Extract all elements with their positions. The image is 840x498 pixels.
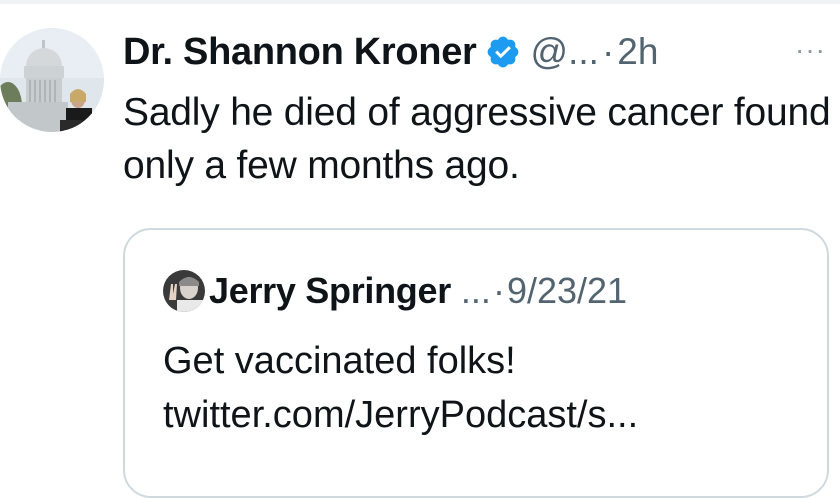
quoted-tweet-line: Get vaccinated folks! [163,340,516,382]
quoted-author-avatar [163,270,205,312]
quoted-tweet-card[interactable]: Jerry Springer ... · 9/23/21 Get vaccina… [123,228,829,498]
capitol-photo [0,28,104,132]
tweet-text: Sadly he died of aggressive cancer found… [123,91,831,187]
quoted-tweet-text: Get vaccinated folks! twitter.com/JerryP… [163,334,803,442]
top-divider [0,0,840,4]
quoted-tweet-link[interactable]: twitter.com/JerryPodcast/s... [163,388,803,442]
quoted-tweet-date[interactable]: 9/23/21 [507,270,627,312]
meta-separator: · [601,31,615,72]
quoted-meta-separator: · [492,270,505,311]
more-options-icon[interactable]: ··· [795,34,826,66]
quoted-author-display-name[interactable]: Jerry Springer [209,270,451,312]
quoted-author-handle[interactable]: ... [461,270,491,312]
tweet-timestamp[interactable]: 2h [617,31,658,73]
quoted-tweet-header: Jerry Springer ... · 9/23/21 [163,270,627,312]
verified-badge-icon [485,34,521,70]
tweet-header: Dr. Shannon Kroner @... · 2h [123,26,658,78]
author-display-name[interactable]: Dr. Shannon Kroner [123,31,477,74]
author-avatar[interactable] [0,28,104,132]
author-handle[interactable]: @... [531,31,599,73]
